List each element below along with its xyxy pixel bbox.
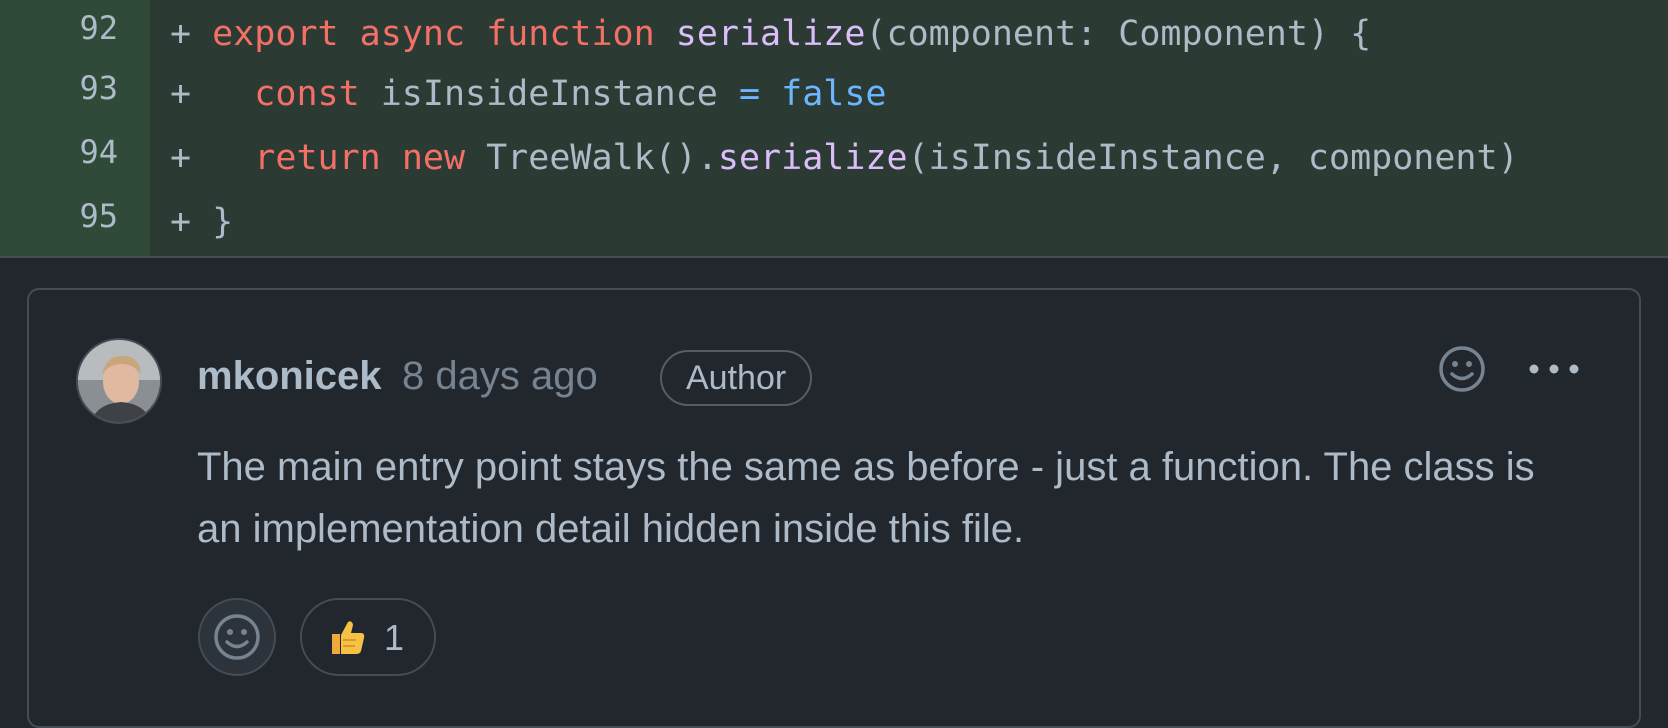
smiley-icon (1439, 346, 1485, 392)
reaction-count: 1 (384, 617, 405, 658)
author-badge: Author (660, 350, 813, 406)
thumbs-up-icon (332, 621, 365, 654)
code-line: + return new TreeWalk().serialize(isInsi… (170, 138, 1519, 178)
add-reaction-button[interactable] (1437, 344, 1487, 394)
diff-line: 92 + export async function serialize(com… (0, 0, 1668, 64)
code-line: + export async function serialize(compon… (170, 14, 1372, 54)
comment-options-button[interactable] (1526, 356, 1582, 382)
comment-timestamp[interactable]: 8 days ago (402, 352, 598, 400)
line-number[interactable]: 94 (0, 120, 118, 184)
diff-line: 95 + } (0, 188, 1668, 252)
line-number[interactable]: 95 (0, 184, 118, 248)
reaction-picker-button[interactable] (198, 598, 276, 676)
kebab-menu-icon (1529, 364, 1579, 374)
code-line: + } (170, 202, 234, 242)
smiley-icon (214, 614, 260, 660)
comment-body: The main entry point stays the same as b… (197, 445, 1535, 551)
code-line: + const isInsideInstance = false (170, 74, 887, 114)
diff-line: 94 + return new TreeWalk().serialize(isI… (0, 124, 1668, 188)
line-number[interactable]: 93 (0, 56, 118, 120)
diff-line: 93 + const isInsideInstance = false (0, 60, 1668, 124)
avatar[interactable] (76, 338, 162, 424)
comment-author[interactable]: mkonicek (197, 352, 382, 400)
line-number[interactable]: 92 (0, 0, 118, 60)
avatar-image (78, 340, 160, 422)
diff-divider (0, 256, 1668, 258)
reaction-thumbs-up[interactable]: 1 (300, 598, 436, 676)
